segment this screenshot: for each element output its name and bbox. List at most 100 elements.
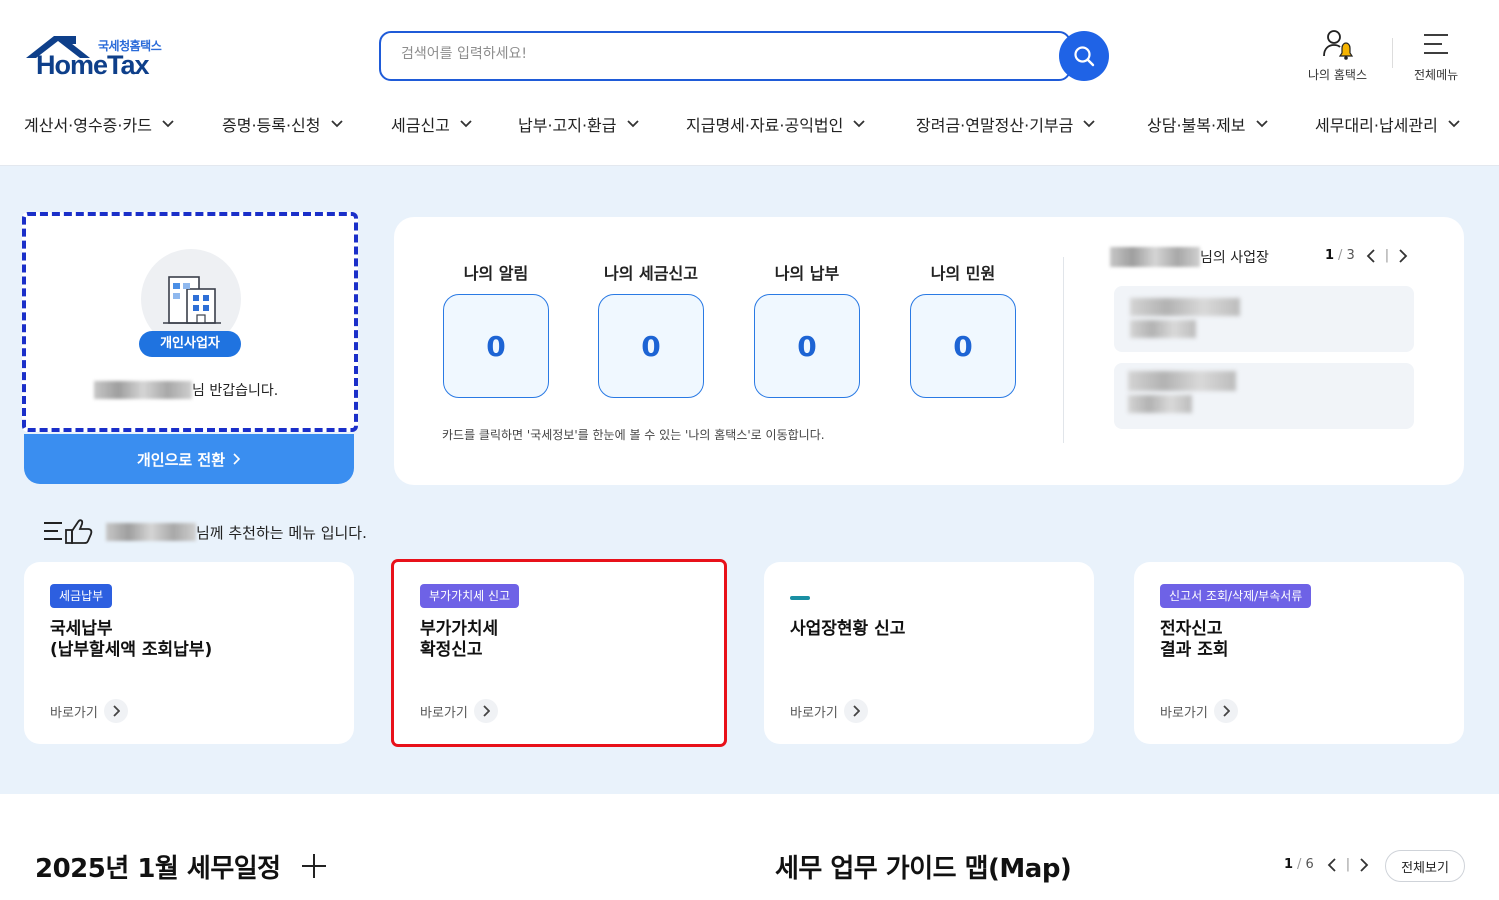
shortcut-link[interactable]: 바로가기 [50,699,128,723]
chevron-right-icon [1213,699,1238,723]
shortcut-link[interactable]: 바로가기 [790,699,868,723]
user-bell-icon [1322,30,1353,60]
stat-my-payment[interactable]: 나의 납부 0 [754,260,860,398]
menu-card-tag: 부가가치세 신고 [420,584,520,608]
pager-divider: | [1345,857,1351,872]
stat-title: 나의 세금신고 [604,264,698,283]
menu-card-title: 부가가치세 확정신고 [420,619,498,661]
search-icon [1074,46,1095,67]
menu-card-tag: 세금납부 [50,584,113,608]
thumbs-up-list-icon [44,519,93,544]
nav-item-label: 계산서·영수증·카드 [24,116,152,135]
masked-user-name [94,381,192,399]
chevron-right-icon [843,699,868,723]
logo-title: HomeTax [36,50,150,80]
menu-card-tag-dash [790,596,810,600]
nav-item-certificates[interactable]: 증명·등록·신청 [222,112,343,136]
business-site-item[interactable] [1114,286,1414,352]
my-hometax-button[interactable]: 나의 홈택스 [1308,28,1367,83]
nav-item-statements[interactable]: 지급명세·자료·공익법인 [686,112,866,136]
menu-card-business-status-report[interactable]: 사업장현황 신고 바로가기 [764,562,1094,744]
switch-label: 개인으로 전환 [136,450,226,469]
stat-title: 나의 민원 [930,264,996,283]
business-site-item[interactable] [1114,363,1414,429]
stat-my-tax-filing[interactable]: 나의 세금신고 0 [598,260,704,398]
stat-value: 0 [754,294,860,398]
masked-business-name [1128,371,1236,391]
greeting-suffix: 님 반갑습니다. [192,383,279,399]
recommend-suffix: 님께 추천하는 메뉴 입니다. [196,523,367,542]
menu-card-title-line: (납부할세액 조회납부) [50,640,213,660]
nav-item-label: 상담·불복·제보 [1147,116,1246,135]
chevron-down-icon [853,120,866,128]
pager-next-button[interactable] [1354,857,1374,872]
pager-total: 6 [1305,857,1314,872]
chevron-down-icon [460,120,472,128]
menu-card-vat-final-return[interactable]: 부가가치세 신고 부가가치세 확정신고 바로가기 [394,562,724,744]
pager-current: 1 [1325,248,1335,263]
greeting-text: 님 반갑습니다. [94,380,278,400]
util-divider [1392,38,1393,68]
nav-item-label: 증명·등록·신청 [222,116,321,135]
menu-card-title-line: 부가가치세 [420,619,499,639]
chevron-down-icon [162,120,174,128]
dashboard-note: 카드를 클릭하면 '국세정보'를 한눈에 볼 수 있는 '나의 홈택스'로 이동… [442,428,825,442]
all-menu-button[interactable]: 전체메뉴 [1414,28,1458,83]
shortcut-link[interactable]: 바로가기 [1160,699,1238,723]
shortcut-label: 바로가기 [1160,705,1208,721]
search-button[interactable] [1059,31,1109,81]
business-site-title: 님의 사업장 [1110,247,1269,267]
pager-prev-button[interactable] [1361,248,1381,263]
global-nav: 계산서·영수증·카드 증명·등록·신청 세금신고 납부·고지·환급 지급명세·자… [0,112,1499,140]
chevron-down-icon [1448,120,1460,128]
stat-my-civil-complaints[interactable]: 나의 민원 0 [910,260,1016,398]
masked-business-number [1130,320,1196,338]
guide-map-title: 세무 업무 가이드 맵(Map) [775,854,1072,884]
shortcut-link[interactable]: 바로가기 [420,699,498,723]
guide-pager: 1 / 6 | [1284,857,1374,872]
stat-my-notifications[interactable]: 나의 알림 0 [443,260,549,398]
nav-item-consulting[interactable]: 상담·불복·제보 [1147,112,1268,136]
chevron-right-icon [233,453,241,465]
chevron-right-icon [103,699,128,723]
pager-prev-button[interactable] [1322,857,1342,872]
dashboard-card: 나의 알림 0 나의 세금신고 0 나의 납부 0 나의 민원 0 카드를 클릭… [394,217,1464,485]
nav-item-tax-agent[interactable]: 세무대리·납세관리 [1315,112,1460,136]
chevron-down-icon [1083,120,1096,128]
menu-card-title-line: 전자신고 [1160,619,1223,639]
menu-card-title-line: 확정신고 [420,640,483,660]
pager-divider: | [1384,248,1390,263]
masked-business-number [1128,395,1192,413]
stat-value: 0 [910,294,1016,398]
nav-item-incentives[interactable]: 장려금·연말정산·기부금 [916,112,1096,136]
view-all-button[interactable]: 전체보기 [1385,850,1465,882]
profile-card[interactable]: 개인사업자 님 반갑습니다. [22,212,358,432]
pager-separator: / [1338,248,1343,263]
search-input[interactable] [401,46,1001,62]
search-box [379,31,1071,81]
nav-item-label: 납부·고지·환급 [518,116,617,135]
nav-item-label: 지급명세·자료·공익법인 [686,116,844,135]
stat-value: 0 [598,294,704,398]
menu-card-title-line: 결과 조회 [1160,640,1229,660]
nav-item-label: 세무대리·납세관리 [1315,116,1438,135]
nav-item-payment[interactable]: 납부·고지·환급 [518,112,639,136]
nav-item-tax-filing[interactable]: 세금신고 [391,112,472,136]
switch-to-personal-button[interactable]: 개인으로 전환 [24,434,354,484]
chevron-down-icon [1255,120,1268,128]
chevron-right-icon [1360,857,1369,872]
chevron-right-icon [1399,248,1408,263]
stat-value: 0 [443,294,549,398]
menu-card-national-tax-payment[interactable]: 세금납부 국세납부 (납부할세액 조회납부) 바로가기 [24,562,354,744]
nav-item-receipts[interactable]: 계산서·영수증·카드 [24,112,174,136]
chevron-down-icon [330,120,343,128]
menu-card-e-filing-results[interactable]: 신고서 조회/삭제/부속서류 전자신고 결과 조회 바로가기 [1134,562,1464,744]
hometax-logo[interactable]: 국세청홈택스 HomeTax [24,32,184,84]
menu-card-title: 국세납부 (납부할세액 조회납부) [50,619,212,661]
pager-next-button[interactable] [1393,248,1413,263]
menu-card-title-line: 국세납부 [50,619,113,639]
plus-icon[interactable] [300,852,328,880]
shortcut-label: 바로가기 [790,705,838,721]
masked-user-name [106,523,196,541]
menu-card-title-line: 사업장현황 신고 [790,619,906,639]
